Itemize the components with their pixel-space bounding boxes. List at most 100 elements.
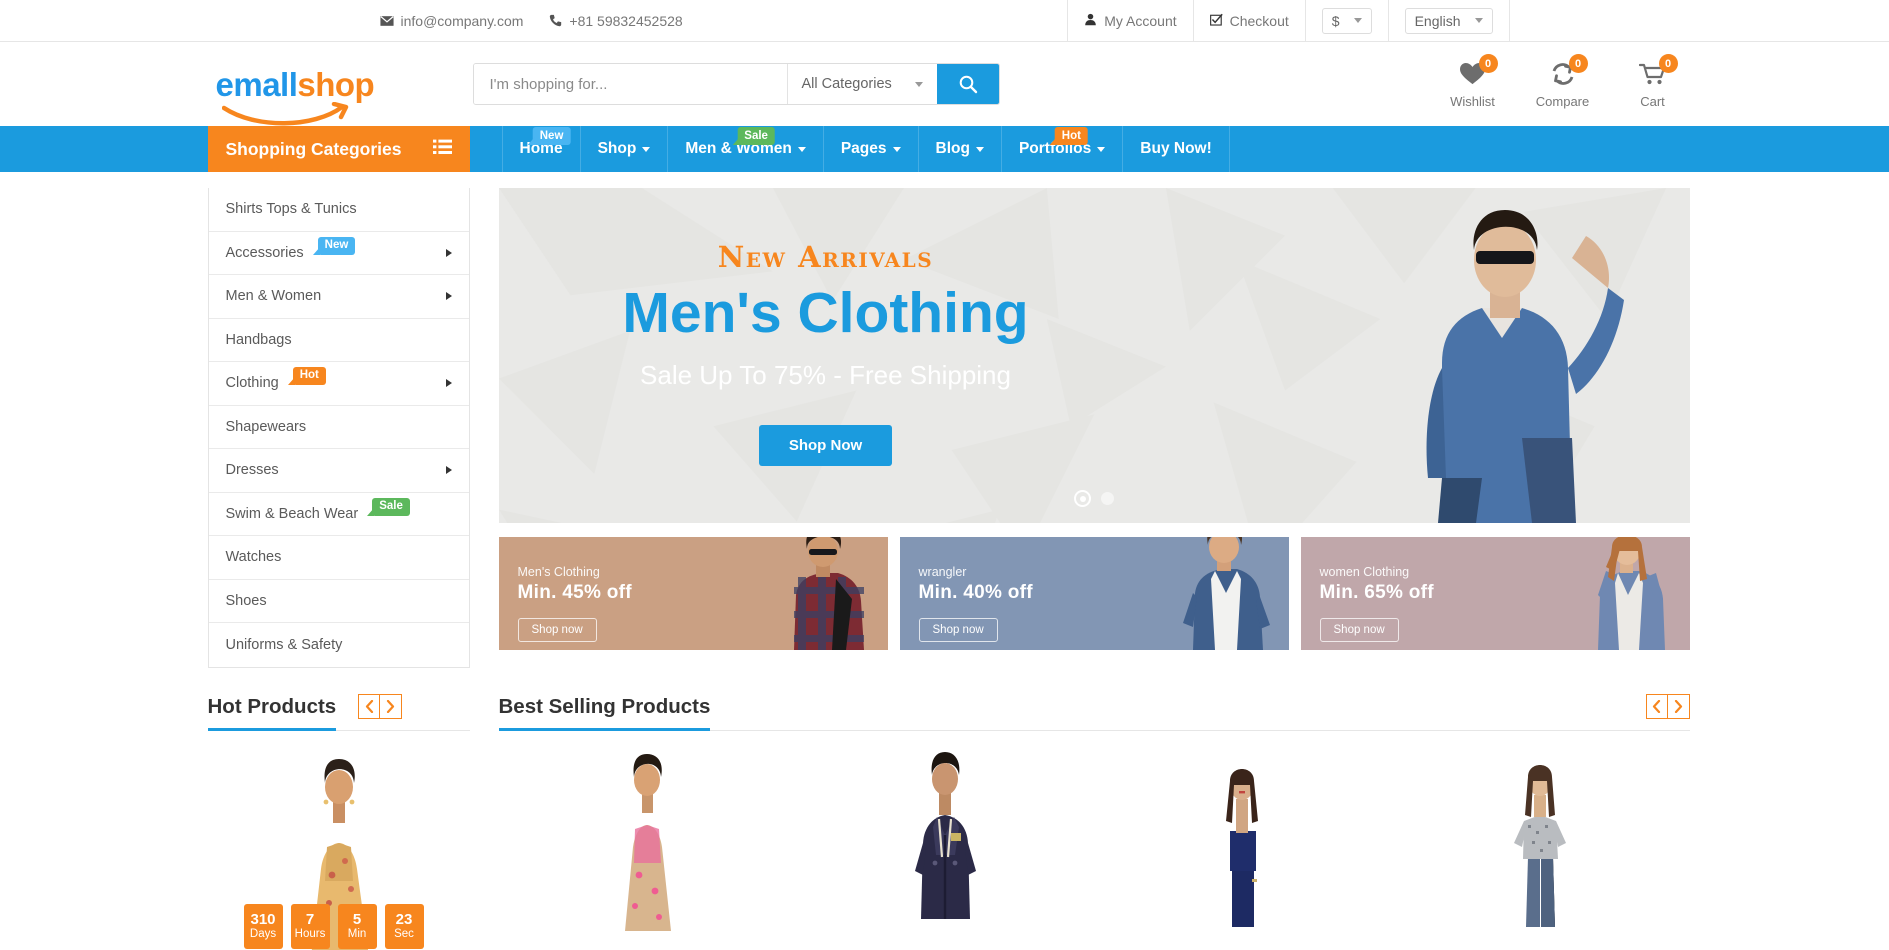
hero-text-block: New Arrivals Men's Clothing Sale Up To 7… <box>561 240 1091 466</box>
chevron-right-icon <box>387 699 395 713</box>
best-selling-next-button[interactable] <box>1667 693 1690 719</box>
cart-button[interactable]: 0 Cart <box>1626 54 1680 109</box>
hero-dot-1[interactable] <box>1074 490 1091 507</box>
nav-badge-sale: Sale <box>732 127 775 146</box>
countdown-sec: 23 Sec <box>384 903 424 949</box>
contact-phone-text: +81 59832452528 <box>569 12 683 29</box>
hero-dot-2[interactable] <box>1101 492 1114 505</box>
countdown-days: 310 Days <box>243 903 283 949</box>
sidebar-item-accessories[interactable]: Accessories New <box>208 232 469 275</box>
nav-item-portfolios[interactable]: Hot Portfolios <box>1002 126 1124 172</box>
search-button[interactable] <box>936 64 999 104</box>
chevron-right-icon <box>445 248 452 257</box>
promo-headline: Min. 40% off <box>918 582 1033 603</box>
nav-item-men-women[interactable]: Sale Men & Women <box>668 126 824 172</box>
top-bar: info@company.com +81 59832452528 My Acco… <box>0 0 1889 42</box>
nav-item-label: Shop <box>597 140 637 157</box>
promo-banner[interactable]: women Clothing Min. 65% off Shop now <box>1300 537 1690 650</box>
promo-shop-now-button[interactable]: Shop now <box>517 618 597 642</box>
sidebar-item-men-women[interactable]: Men & Women <box>208 275 469 319</box>
countdown-value: 7 <box>305 910 315 928</box>
sidebar-item-shapewears[interactable]: Shapewears <box>208 406 469 449</box>
logo-part-two: shop <box>297 65 375 103</box>
phone-icon <box>549 14 562 27</box>
promo-shop-now-button[interactable]: Shop now <box>1319 618 1399 642</box>
product-card[interactable] <box>1392 751 1690 931</box>
promo-banner[interactable]: wrangler Min. 40% off Shop now <box>899 537 1289 650</box>
nav-badge-hot: Hot <box>1049 127 1088 146</box>
nav-item-shop[interactable]: Shop <box>581 126 669 172</box>
product-countdown-timer: 310 Days 7 Hours 5 Min 23 Sec <box>243 903 424 949</box>
sidebar-item-clothing[interactable]: Clothing Hot <box>208 362 469 406</box>
promo-subtitle: wrangler <box>918 565 967 579</box>
product-card[interactable] <box>499 751 797 931</box>
hot-products-prev-button[interactable] <box>358 693 381 719</box>
nav-item-blog[interactable]: Blog <box>919 126 1002 172</box>
main-column: New Arrivals Men's Clothing Sale Up To 7… <box>498 188 1690 668</box>
main-nav-bar: Shopping Categories New Home Shop Sale Men &… <box>0 126 1889 172</box>
checkbox-icon <box>1209 13 1223 29</box>
compare-count: 0 <box>1568 54 1588 73</box>
hot-products-nav <box>358 693 403 719</box>
hot-products-next-button[interactable] <box>380 693 403 719</box>
chevron-left-icon <box>1652 699 1661 713</box>
promo-model-image <box>1572 537 1682 650</box>
header-action-icons: 0 Wishlist 0 Compare 0 Cart <box>1446 54 1690 109</box>
promo-content: Men's Clothing Min. 45% off Shop now <box>517 565 632 642</box>
sidebar-item-label: Dresses <box>225 462 279 479</box>
cart-label: Cart <box>1640 94 1665 109</box>
chevron-down-icon <box>1097 146 1106 152</box>
currency-selector[interactable]: $ <box>1321 7 1372 34</box>
product-image <box>624 753 671 931</box>
sidebar-badge-label: Sale <box>379 499 403 512</box>
promo-banner[interactable]: Men's Clothing Min. 45% off Shop now <box>498 537 888 650</box>
countdown-hours: 7 Hours <box>290 903 330 949</box>
shopping-categories-header[interactable]: Shopping Categories <box>207 126 470 172</box>
currency-selector-cell: $ <box>1304 0 1388 42</box>
sidebar-item-handbags[interactable]: Handbags <box>208 319 469 362</box>
chevron-down-icon <box>975 146 984 152</box>
best-selling-prev-button[interactable] <box>1645 693 1668 719</box>
contact-phone[interactable]: +81 59832452528 <box>549 12 683 29</box>
search-category-selector[interactable]: All Categories <box>786 64 937 104</box>
product-card[interactable] <box>1094 751 1392 931</box>
sidebar-item-shoes[interactable]: Shoes <box>208 580 469 623</box>
sidebar-item-dresses[interactable]: Dresses <box>208 449 469 493</box>
contact-email[interactable]: info@company.com <box>379 13 523 29</box>
hero-slider[interactable]: New Arrivals Men's Clothing Sale Up To 7… <box>498 188 1690 523</box>
checkout-link[interactable]: Checkout <box>1192 0 1305 42</box>
chevron-down-icon <box>892 146 901 152</box>
wishlist-count: 0 <box>1478 54 1498 73</box>
sidebar-item-watches[interactable]: Watches <box>208 536 469 580</box>
promo-content: women Clothing Min. 65% off Shop now <box>1319 565 1434 642</box>
nav-item-pages[interactable]: Pages <box>824 126 919 172</box>
hero-title: Men's Clothing <box>622 281 1029 345</box>
nav-badge-label: Hot <box>1061 130 1081 142</box>
sidebar-item-shirts-tops-tunics[interactable]: Shirts Tops & Tunics <box>208 188 469 232</box>
sidebar-item-label: Uniforms & Safety <box>225 636 343 653</box>
search-input[interactable] <box>473 64 787 104</box>
wishlist-button[interactable]: 0 Wishlist <box>1446 54 1500 109</box>
nav-badge-label: New <box>539 130 564 142</box>
sidebar-item-uniforms-safety[interactable]: Uniforms & Safety <box>209 623 469 667</box>
hero-shop-now-button[interactable]: Shop Now <box>758 424 893 466</box>
chevron-down-icon <box>1353 18 1362 23</box>
nav-item-label: Pages <box>840 140 887 157</box>
product-card[interactable] <box>796 751 1094 931</box>
logo[interactable]: emallshop <box>208 65 413 125</box>
chevron-down-icon <box>1474 18 1483 23</box>
hot-product-card[interactable]: 310 Days 7 Hours 5 Min 23 Sec <box>208 757 470 950</box>
sidebar-item-swim-beach-wear[interactable]: Swim & Beach Wear Sale <box>208 493 469 536</box>
my-account-link[interactable]: My Account <box>1067 0 1192 42</box>
user-icon <box>1084 13 1097 29</box>
hero-carousel-dots[interactable] <box>1074 490 1114 507</box>
content-area: Shirts Tops & Tunics Accessories New Men & … <box>200 172 1690 668</box>
promo-banner-row: Men's Clothing Min. 45% off Shop now wrangl… <box>498 537 1690 650</box>
countdown-value: 310 <box>250 910 276 928</box>
nav-item-buy-now[interactable]: Buy Now! <box>1123 126 1230 172</box>
compare-button[interactable]: 0 Compare <box>1536 54 1590 109</box>
nav-item-home[interactable]: New Home <box>501 126 581 172</box>
language-selector[interactable]: English <box>1404 7 1493 34</box>
promo-shop-now-button[interactable]: Shop now <box>918 618 998 642</box>
chevron-right-icon <box>445 379 452 388</box>
